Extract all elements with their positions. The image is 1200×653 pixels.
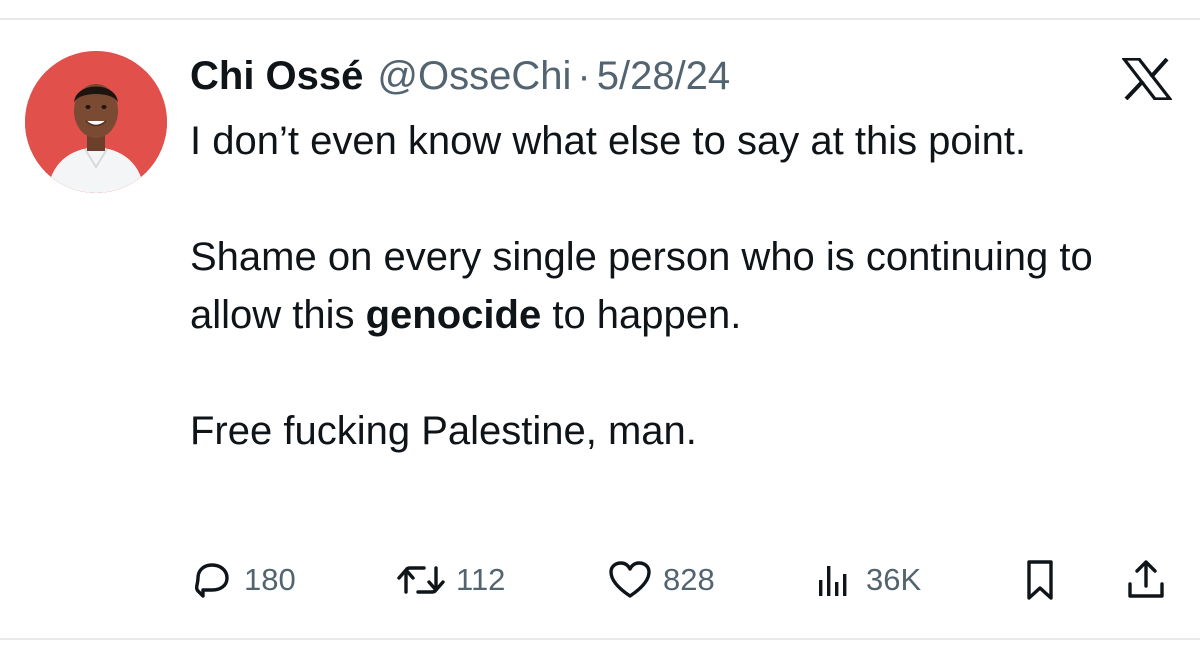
like-button[interactable]: 828 — [607, 556, 715, 604]
share-button[interactable] — [1124, 556, 1168, 604]
bottom-divider — [0, 638, 1200, 640]
tweet-paragraph-1: I don’t even know what else to say at th… — [190, 119, 1027, 163]
top-divider — [0, 18, 1200, 20]
repost-count: 112 — [456, 562, 506, 597]
separator-dot: · — [577, 54, 591, 98]
tweet-paragraph-3: Free fucking Palestine, man. — [190, 409, 697, 453]
repost-button[interactable]: 112 — [396, 556, 505, 604]
user-handle[interactable]: @OsseChi — [377, 52, 571, 100]
avatar[interactable] — [25, 51, 167, 193]
tweet-card: Chi Ossé @OsseChi · 5/28/24 I don’t even… — [0, 0, 1200, 653]
tweet-date[interactable]: 5/28/24 — [597, 52, 730, 100]
reply-button[interactable]: 180 — [190, 556, 296, 604]
bookmark-button[interactable] — [1020, 556, 1060, 604]
share-icon — [1124, 558, 1168, 602]
x-logo-icon — [1120, 57, 1174, 101]
like-count: 828 — [663, 562, 715, 597]
action-bar: 180 112 828 36K — [0, 556, 1200, 604]
heart-icon — [607, 560, 653, 600]
tweet-paragraph-2-end: to happen. — [541, 293, 742, 337]
tweet-text: I don’t even know what else to say at th… — [190, 112, 1170, 460]
reply-count: 180 — [244, 562, 296, 597]
tweet-paragraph-2: Shame on every single person who is cont… — [190, 228, 1170, 344]
views-button[interactable]: 36K — [812, 556, 921, 604]
views-count: 36K — [866, 562, 922, 597]
bookmark-icon — [1020, 558, 1060, 602]
reply-icon — [190, 560, 234, 600]
repost-icon — [396, 560, 446, 600]
tweet-bold-word: genocide — [365, 293, 542, 337]
views-icon — [812, 560, 856, 600]
tweet-header: Chi Ossé @OsseChi · 5/28/24 — [190, 52, 730, 100]
display-name[interactable]: Chi Ossé — [190, 52, 363, 100]
